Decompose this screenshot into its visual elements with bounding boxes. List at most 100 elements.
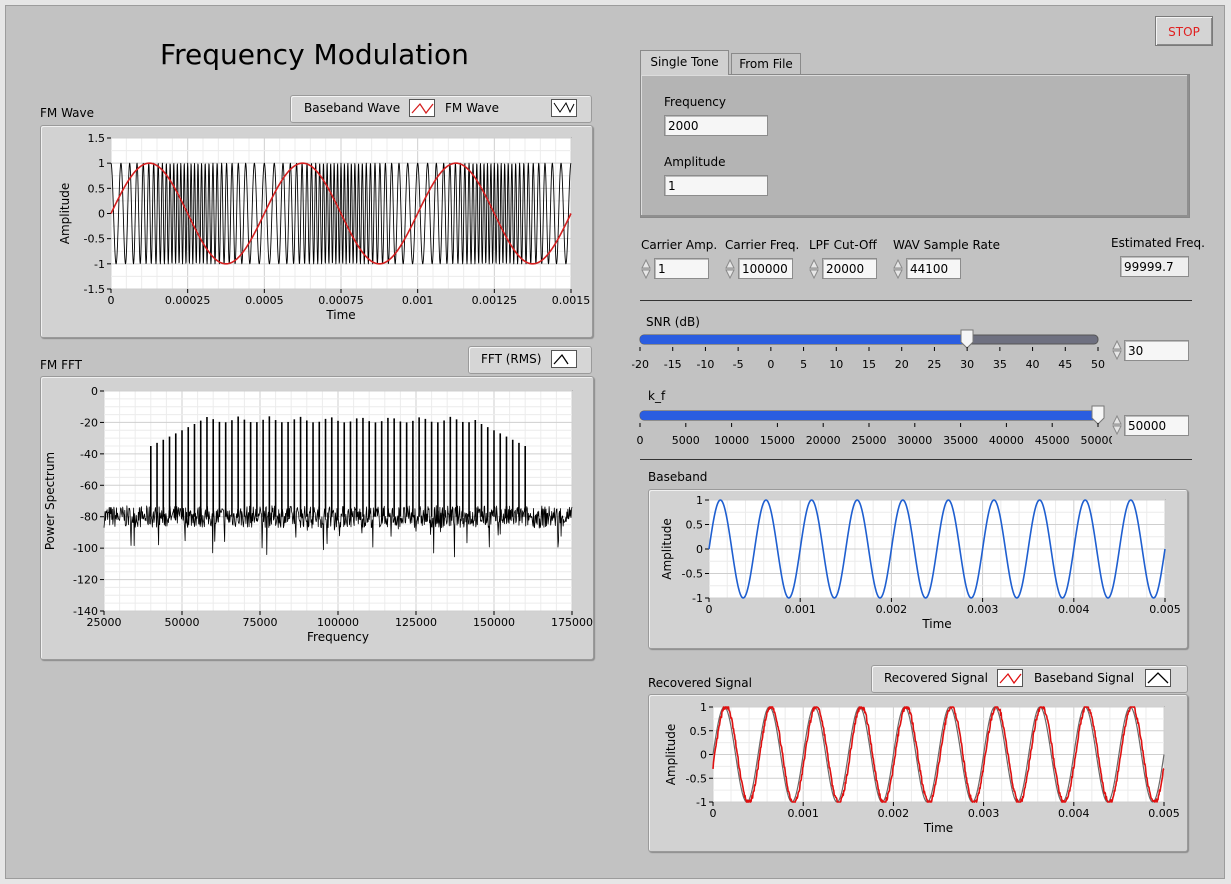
x-tick-label: 0.003 [967,603,999,616]
slider-fill [640,335,968,344]
carrier-freq-label: Carrier Freq. [725,238,800,252]
x-tick-label: 0.001 [784,603,816,616]
frequency-field[interactable]: 2000 [664,115,768,136]
x-tick-label: 50000 [165,616,200,629]
lpf-cutoff-field[interactable]: 20000 [822,258,877,279]
kf-label: k_f [648,389,666,403]
wav-sample-rate-field[interactable]: 44100 [906,258,961,279]
baseband-graph-panel: 0 0.001 0.002 0.003 0.004 0.005 1 0.5 0 -0.5 -1 Tim… [648,489,1188,649]
fm-fft-graph-panel: 25000 50000 75000 100000 125000 150000 175000 0… [40,376,594,660]
slider-tick-label: 10000 [714,434,749,447]
slider-tick-label: 50000 [1081,434,1113,447]
carrier-freq-field[interactable]: 100000 [738,258,793,279]
slider-tick-label: 50 [1091,358,1105,371]
x-tick-label: 0.00125 [472,294,518,307]
snr-slider[interactable]: -20 -15 -10 -5 0 5 10 15 20 25 30 35 40 45 50 [631,326,1112,374]
x-tick-label: 0.0015 [552,294,591,307]
x-axis-label: Time [325,308,355,322]
estimated-freq-label: Estimated Freq. [1111,236,1205,250]
fm-fft-graph[interactable]: 25000 50000 75000 100000 125000 150000 1750000… [41,377,593,659]
x-tick-label: 0.002 [876,603,908,616]
slider-tick-label: 30000 [897,434,932,447]
x-tick-label: 100000 [317,616,359,629]
x-tick-label: 0 [710,807,717,820]
page-title: Frequency Modulation [160,38,469,71]
x-tick-label: 0.004 [1058,807,1090,820]
estimated-freq-indicator: 99999.7 [1120,256,1189,277]
recovered-signal-label: Recovered Signal [648,676,752,690]
snr-spinner-icon[interactable] [1112,339,1122,361]
y-tick-label: 0 [696,543,703,556]
stop-button[interactable]: STOP [1155,16,1213,46]
x-tick-label: 0.002 [878,807,910,820]
slider-tick-label: 20000 [806,434,841,447]
slider-tick-label: 35 [993,358,1007,371]
slider-tick-label: -15 [664,358,682,371]
slider-tick-label: 20 [895,358,909,371]
slider-tick-label: 25000 [852,434,887,447]
y-tick-label: -0.5 [682,568,703,581]
recovered-graph[interactable]: 0 0.001 0.002 0.003 0.004 0.005 1 0.5 0 -0.5 -1 Tim… [649,695,1187,851]
recovered-legend[interactable]: Recovered Signal Baseband Signal [871,665,1188,693]
carrier-freq-spinner-icon[interactable] [725,258,735,280]
slider-tick-label: 5000 [672,434,700,447]
slider-tick-label: 15 [862,358,876,371]
y-tick-label: 0.5 [686,519,704,532]
slider-tick-label: 25 [927,358,941,371]
y-tick-label: -100 [73,542,98,555]
x-tick-label: 0.003 [968,807,1000,820]
y-tick-label: 0.5 [88,182,106,195]
x-tick-label: 0.00075 [318,294,364,307]
recovered-swatch-icon [997,669,1023,687]
x-axis-label: Time [923,821,953,835]
fm-fft-legend[interactable]: FFT (RMS) [468,346,592,374]
fft-swatch-icon [551,350,577,368]
slider-tick-label: -20 [632,358,649,371]
baseband-signal-swatch-icon [1145,669,1171,687]
slider-tick-label: 35000 [943,434,978,447]
lpf-cutoff-spinner-icon[interactable] [809,258,819,280]
carrier-amp-spinner-icon[interactable] [641,258,651,280]
slider-thumb-icon [1091,405,1105,425]
slider-tick-label: 0 [637,434,644,447]
kf-spinner-icon[interactable] [1112,414,1122,436]
y-tick-label: -1.5 [84,283,105,296]
fm-fft-label: FM FFT [40,358,82,372]
wav-sample-rate-spinner-icon[interactable] [893,258,903,280]
fm-wave-graph[interactable]: 0 0.00025 0.0005 0.00075 0.001 0.00125 0.0015 1… [41,126,592,337]
tab-single-tone[interactable]: Single Tone [640,50,729,75]
y-tick-label: -1 [94,258,105,271]
x-tick-label: 75000 [243,616,278,629]
x-axis-label: Frequency [307,630,369,644]
baseband-graph[interactable]: 0 0.001 0.002 0.003 0.004 0.005 1 0.5 0 -0.5 -1 Tim… [649,490,1187,648]
y-tick-label: -0.5 [686,772,707,785]
y-tick-label: 0 [700,749,707,762]
x-tick-label: 150000 [473,616,515,629]
carrier-amp-field[interactable]: 1 [654,258,709,279]
carrier-amp-label: Carrier Amp. [641,238,718,252]
y-tick-label: -60 [80,479,98,492]
fm-wave-legend[interactable]: Baseband Wave FM Wave [290,95,592,123]
fm-wave-label: FM Wave [40,106,95,120]
slider-tick-label: 0 [767,358,774,371]
tab-from-file[interactable]: From File [731,53,801,75]
divider-top [640,300,1192,301]
slider-tick-label: -10 [696,358,714,371]
y-axis-label: Amplitude [664,724,678,786]
amplitude-field[interactable]: 1 [664,175,768,196]
snr-field[interactable]: 30 [1124,340,1189,361]
slider-tick-label: 45 [1058,358,1072,371]
y-tick-label: 0 [91,385,98,398]
slider-fill [640,411,1098,420]
y-axis-label: Amplitude [58,183,72,245]
slider-tick-label: 5 [800,358,807,371]
y-tick-label: -0.5 [84,233,105,246]
y-tick-label: -1 [696,796,707,809]
x-tick-label: 175000 [551,616,593,629]
slider-tick-label: 15000 [760,434,795,447]
y-tick-label: 1 [700,701,707,714]
fm-wave-graph-panel: 0 0.00025 0.0005 0.00075 0.001 0.00125 0.0015 1… [40,125,593,338]
y-tick-label: -20 [80,416,98,429]
kf-slider[interactable]: 0 5000 10000 15000 20000 25000 30000 35000 40000… [632,402,1116,450]
kf-field[interactable]: 50000 [1124,415,1189,436]
